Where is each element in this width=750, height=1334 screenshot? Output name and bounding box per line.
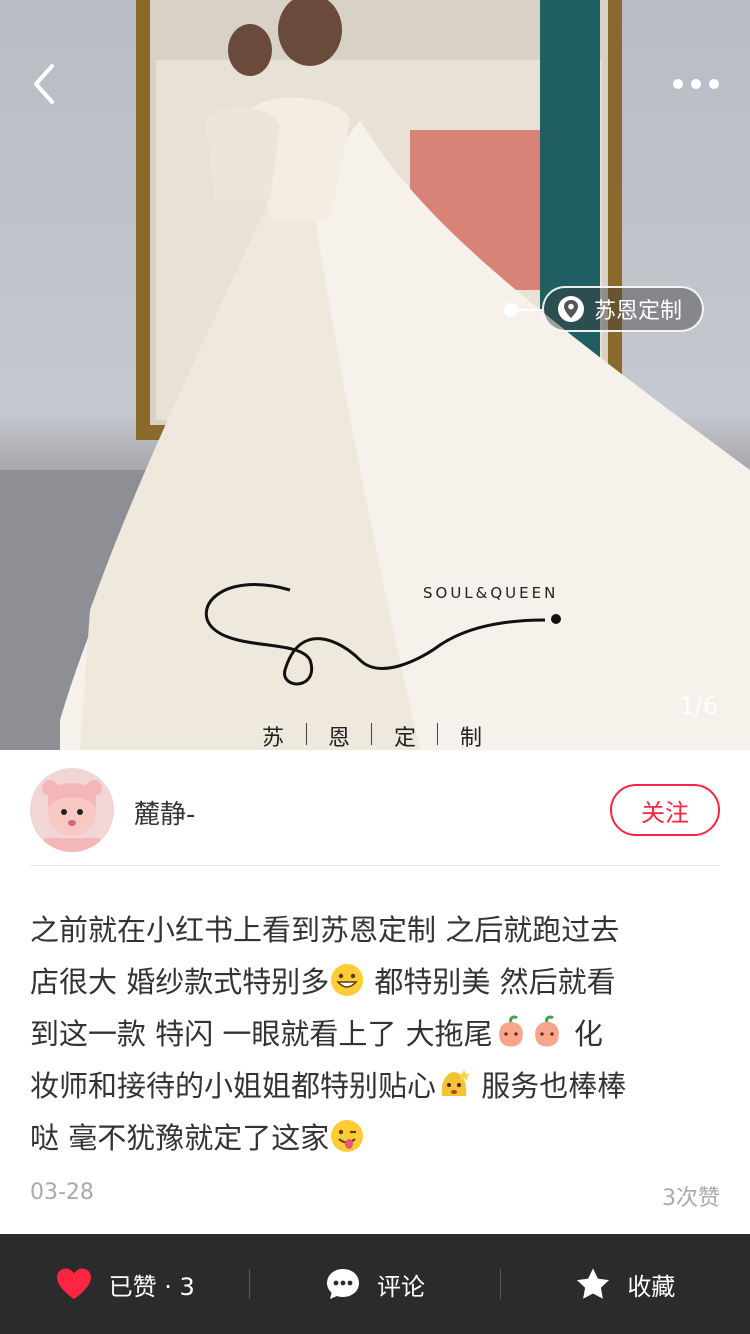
- peach-emoji-icon: [498, 1015, 523, 1047]
- brand-chinese: 苏 恩 定 制: [262, 720, 482, 750]
- post-photo[interactable]: 苏恩定制 SOUL&QUEEN 苏 恩 定 制 1/6: [0, 0, 750, 750]
- comment-label: 评论: [376, 1272, 425, 1301]
- author-name[interactable]: 麓静-: [134, 794, 195, 831]
- location-tag-label: 苏恩定制: [594, 299, 683, 324]
- brand-divider: [371, 723, 373, 745]
- shy-emoji-icon: [441, 1070, 471, 1096]
- content-line: 之前就在小红书上看到苏恩定制 之后就跑过去: [30, 913, 620, 947]
- avatar[interactable]: [30, 768, 114, 852]
- collect-button[interactable]: 收藏: [501, 1234, 750, 1334]
- content-line: 哒 毫不犹豫就定了这家: [30, 1112, 720, 1164]
- collect-label: 收藏: [627, 1272, 676, 1301]
- content-line: 妆师和接待的小姐姐都特别贴心 服务也棒棒: [30, 1060, 720, 1112]
- comment-button[interactable]: 评论: [250, 1234, 499, 1334]
- brand-char: 定: [393, 726, 416, 750]
- more-icon: [673, 79, 719, 89]
- content-line: 到这一款 特闪 一眼就看上了 大拖尾 化: [30, 1008, 720, 1060]
- wink-tongue-emoji-icon: [331, 1120, 364, 1152]
- back-button[interactable]: [22, 58, 70, 110]
- bottom-action-bar: 已赞 · 3 评论 收藏: [0, 1234, 750, 1334]
- location-tag-line: [512, 309, 544, 311]
- post-content: 之前就在小红书上看到苏恩定制 之后就跑过去 店很大 婚纱款式特别多 都特别美 然…: [30, 904, 720, 1164]
- brand-char: 苏: [262, 726, 285, 750]
- brand-char: 制: [459, 726, 482, 750]
- brand-subtitle: SOUL&QUEEN: [423, 584, 559, 602]
- brand-char: 恩: [327, 726, 350, 750]
- like-button[interactable]: 已赞 · 3: [0, 1234, 249, 1334]
- star-icon: [577, 1268, 610, 1299]
- wedding-dress-photo: [0, 0, 750, 750]
- follow-button[interactable]: 关注: [610, 784, 720, 836]
- comment-icon: [326, 1269, 359, 1299]
- like-count: 3次赞: [662, 1186, 720, 1211]
- author-row: 麓静- 关注: [30, 768, 720, 866]
- brand-divider: [305, 723, 307, 745]
- heart-icon: [56, 1268, 91, 1299]
- page-indicator: 1/6: [679, 692, 718, 720]
- location-tag[interactable]: 苏恩定制: [542, 286, 705, 332]
- more-button[interactable]: [670, 66, 722, 102]
- location-pin-icon: [558, 296, 584, 322]
- peach-emoji-icon: [534, 1015, 559, 1047]
- post-date: 03-28: [30, 1180, 94, 1205]
- like-label: 已赞 · 3: [108, 1272, 195, 1301]
- avatar-image: [30, 768, 114, 852]
- brand-divider: [437, 723, 439, 745]
- grin-emoji-icon: [331, 964, 364, 996]
- back-arrow-icon: [34, 64, 54, 104]
- content-line: 店很大 婚纱款式特别多 都特别美 然后就看: [30, 956, 720, 1008]
